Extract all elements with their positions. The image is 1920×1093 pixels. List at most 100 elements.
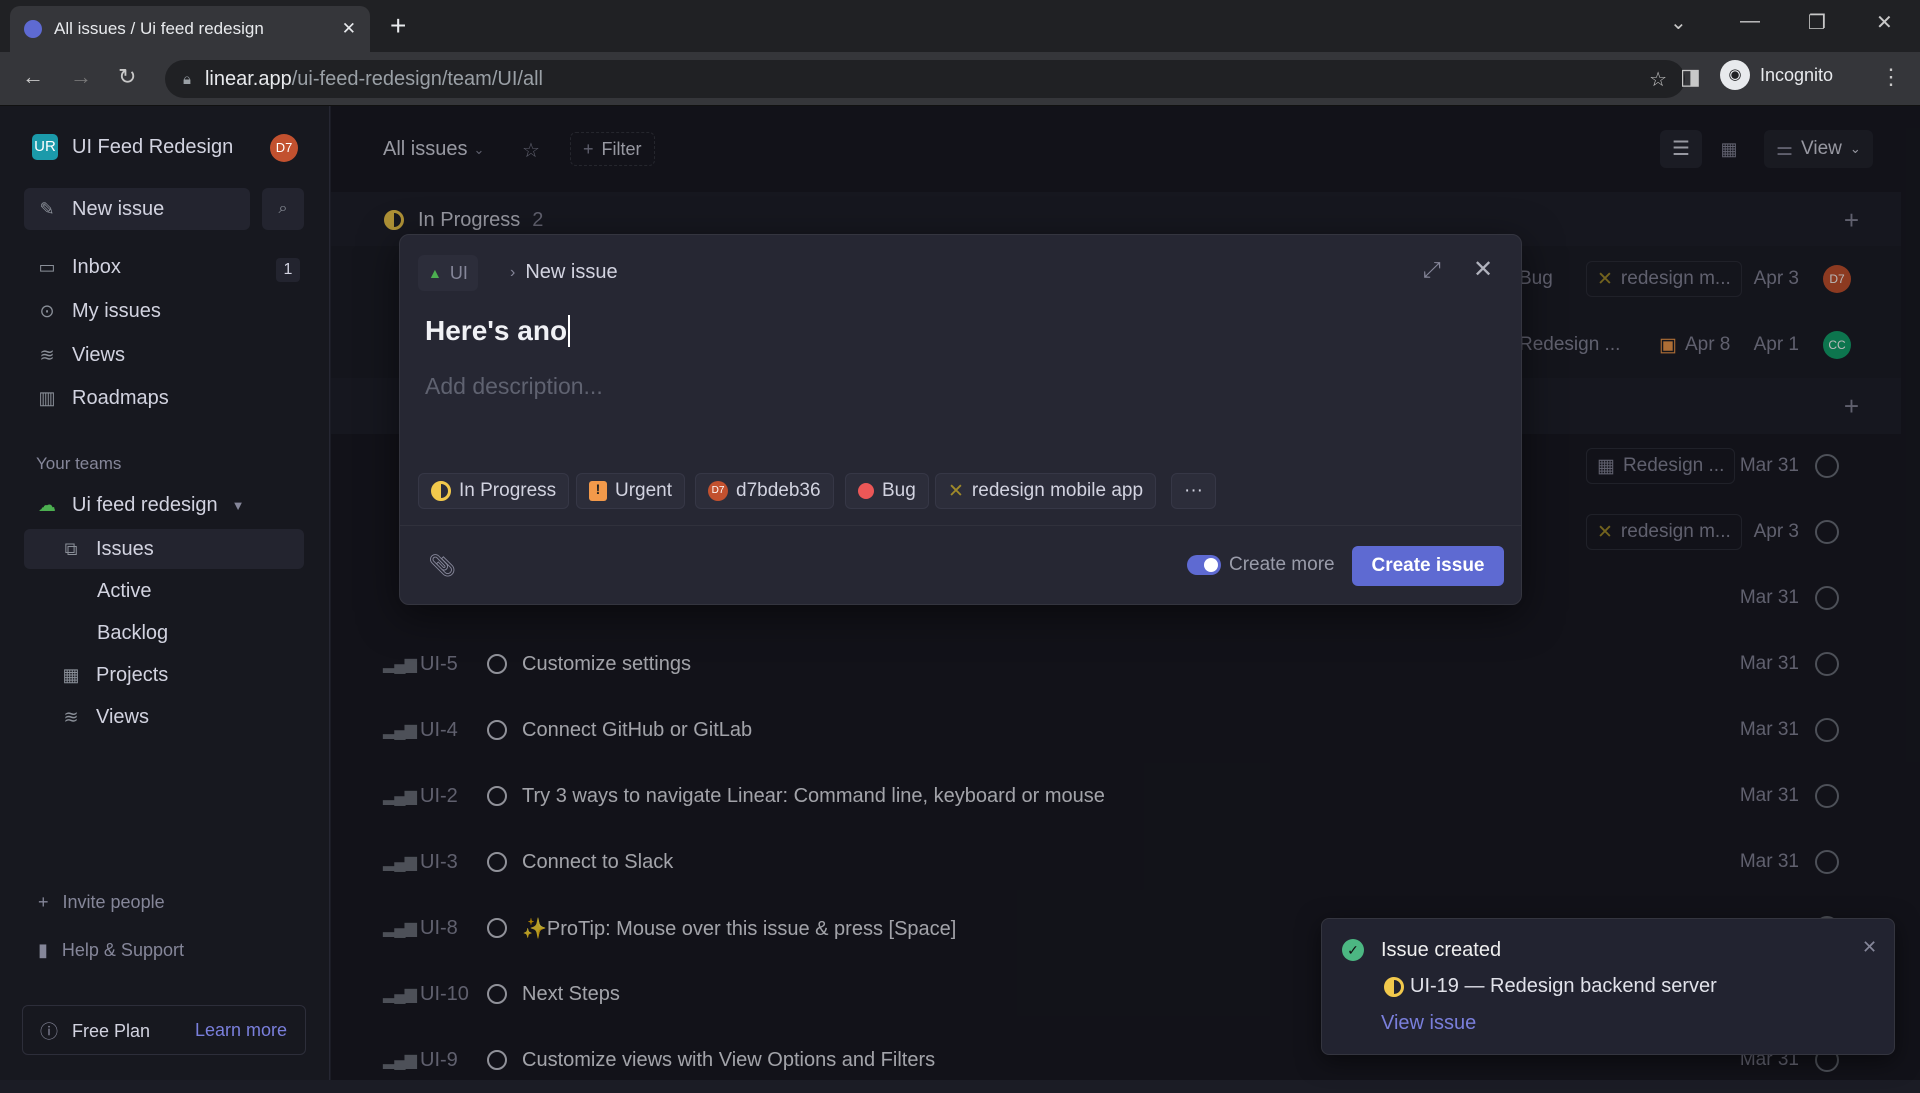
sidebar-item-team-views[interactable]: ≋ Views — [60, 706, 149, 729]
toast-notification: ✓ Issue created ✕ UI-19 — Redesign backe… — [1321, 918, 1895, 1055]
label: Roadmaps — [72, 387, 169, 409]
profile-label: Incognito — [1760, 64, 1834, 85]
issue-title-input[interactable]: Here's ano — [425, 315, 571, 347]
priority-chip[interactable]: ! Urgent — [576, 473, 686, 509]
breadcrumb-current: New issue — [525, 261, 618, 283]
assignee-avatar: D7 — [708, 481, 728, 501]
view-issue-link[interactable]: View issue — [1381, 1012, 1476, 1035]
label: In Progress — [459, 480, 557, 501]
sidebar — [0, 106, 330, 1080]
incognito-profile[interactable]: ◉ Incognito — [1720, 60, 1833, 90]
team-cloud-icon: ☁ — [38, 495, 56, 515]
label: Inbox — [72, 256, 121, 278]
workspace-switcher[interactable]: UR UI Feed Redesign — [32, 134, 233, 160]
help-support[interactable]: ▮ Help & Support — [38, 940, 184, 961]
search-button[interactable]: ⌕ — [262, 188, 304, 230]
close-window-button[interactable]: ✕ — [1876, 10, 1893, 35]
new-issue-button[interactable]: ✎ New issue — [24, 188, 250, 230]
attachment-icon[interactable]: 📎︎ — [428, 553, 456, 579]
close-toast-icon[interactable]: ✕ — [1862, 937, 1877, 958]
label: d7bdeb36 — [736, 480, 821, 501]
info-icon: ⓘ — [40, 1022, 58, 1042]
create-more-label: Create more — [1229, 554, 1335, 575]
in-progress-icon — [1384, 976, 1404, 997]
label: Bug — [882, 480, 916, 501]
bookmark-star-icon[interactable]: ☆ — [1649, 67, 1667, 92]
urgent-icon: ! — [589, 481, 607, 501]
target-icon: ⊙ — [39, 301, 55, 321]
compose-icon: ✎ — [39, 198, 55, 219]
project-chip[interactable]: ✕ redesign mobile app — [935, 473, 1157, 509]
map-icon: ▥ — [38, 388, 56, 408]
status-chip[interactable]: In Progress — [418, 473, 570, 509]
browser-tab[interactable]: All issues / Ui feed redesign ✕ — [10, 6, 370, 52]
sidebar-item-my-issues[interactable]: ⊙ My issues — [36, 300, 160, 323]
sidebar-item-inbox[interactable]: ▭ Inbox — [36, 256, 121, 279]
label: UI — [449, 262, 468, 283]
breadcrumb: › New issue — [510, 261, 618, 284]
sidebar-item-views[interactable]: ≋ Views — [36, 344, 125, 367]
teams-heading: Your teams — [36, 454, 122, 473]
workspace-name: UI Feed Redesign — [72, 135, 234, 158]
more-options-button[interactable]: ··· — [1171, 473, 1216, 509]
learn-more-link[interactable]: Learn more — [195, 1020, 287, 1041]
issues-icon: ⧉ — [64, 539, 78, 559]
url-host: linear.app — [204, 67, 292, 90]
close-icon[interactable]: ✕ — [1473, 255, 1493, 284]
bug-dot-icon — [858, 483, 874, 499]
description-input[interactable]: Add description... — [425, 373, 1425, 400]
label: Ui feed redesign — [72, 494, 218, 516]
lock-icon: 🔒︎ — [183, 70, 191, 88]
invite-people[interactable]: + Invite people — [38, 892, 165, 913]
back-icon[interactable]: ← — [22, 64, 44, 90]
toast-issue: UI-19 — Redesign backend server — [1384, 975, 1717, 998]
url-path: /ui-feed-redesign/team/UI/all — [291, 67, 543, 90]
create-more-toggle[interactable] — [1187, 555, 1221, 575]
sidebar-item-roadmaps[interactable]: ▥ Roadmaps — [36, 387, 169, 410]
sidebar-item-issues[interactable]: ⧉ Issues — [60, 538, 154, 561]
chevron-right-icon: › — [510, 263, 516, 281]
label: Free Plan — [72, 1020, 151, 1041]
assignee-chip[interactable]: D7 d7bdeb36 — [695, 473, 834, 509]
side-panel-icon[interactable]: ◨ — [1680, 64, 1701, 90]
layers-icon: ≋ — [39, 345, 55, 365]
label-chip[interactable]: Bug — [845, 473, 929, 509]
toggle-knob — [1204, 558, 1218, 572]
label: redesign mobile app — [971, 480, 1144, 501]
reload-icon[interactable]: ↻ — [118, 64, 136, 90]
in-progress-icon — [431, 481, 451, 501]
create-issue-button[interactable]: Create issue — [1352, 546, 1504, 586]
user-avatar[interactable]: D7 — [270, 134, 298, 162]
incognito-icon: ◉ — [1720, 60, 1750, 90]
label: Views — [96, 706, 149, 728]
label: Invite people — [62, 892, 165, 912]
team-cloud-icon: ▲ — [428, 265, 442, 281]
tab-search-icon[interactable]: ⌄ — [1670, 10, 1687, 35]
forward-icon[interactable]: → — [70, 64, 92, 90]
new-issue-label: New issue — [72, 197, 165, 220]
label: Help & Support — [61, 940, 184, 960]
new-tab-button[interactable]: + — [390, 10, 406, 42]
close-tab-icon[interactable]: ✕ — [342, 19, 356, 39]
minimize-button[interactable]: — — [1740, 10, 1760, 33]
workspace-logo: UR — [32, 134, 58, 160]
project-icon: ✕ — [948, 480, 964, 502]
grid-icon: ▦ — [62, 665, 80, 685]
team-chip[interactable]: ▲ UI — [418, 255, 478, 291]
sidebar-item-projects[interactable]: ▦ Projects — [60, 664, 168, 687]
team-toggle[interactable]: ☁ Ui feed redesign ▼ — [36, 494, 245, 517]
label: Views — [72, 344, 125, 366]
expand-icon[interactable]: ⤢ — [1423, 257, 1441, 283]
inbox-badge: 1 — [276, 258, 300, 282]
linear-favicon-icon — [24, 20, 42, 38]
url-field[interactable]: 🔒︎ linear.app/ui-feed-redesign/team/UI/a… — [165, 60, 1685, 98]
check-circle-icon: ✓ — [1342, 939, 1364, 961]
sidebar-item-backlog[interactable]: Backlog — [97, 622, 168, 645]
free-plan: ⓘ Free Plan — [40, 1018, 150, 1044]
label: Projects — [96, 664, 169, 686]
restore-button[interactable]: ❐ — [1808, 10, 1826, 35]
toast-title: Issue created — [1381, 939, 1502, 961]
sidebar-item-active[interactable]: Active — [97, 580, 151, 603]
layers-icon: ≋ — [63, 707, 79, 727]
menu-icon[interactable]: ⋮ — [1880, 64, 1902, 90]
